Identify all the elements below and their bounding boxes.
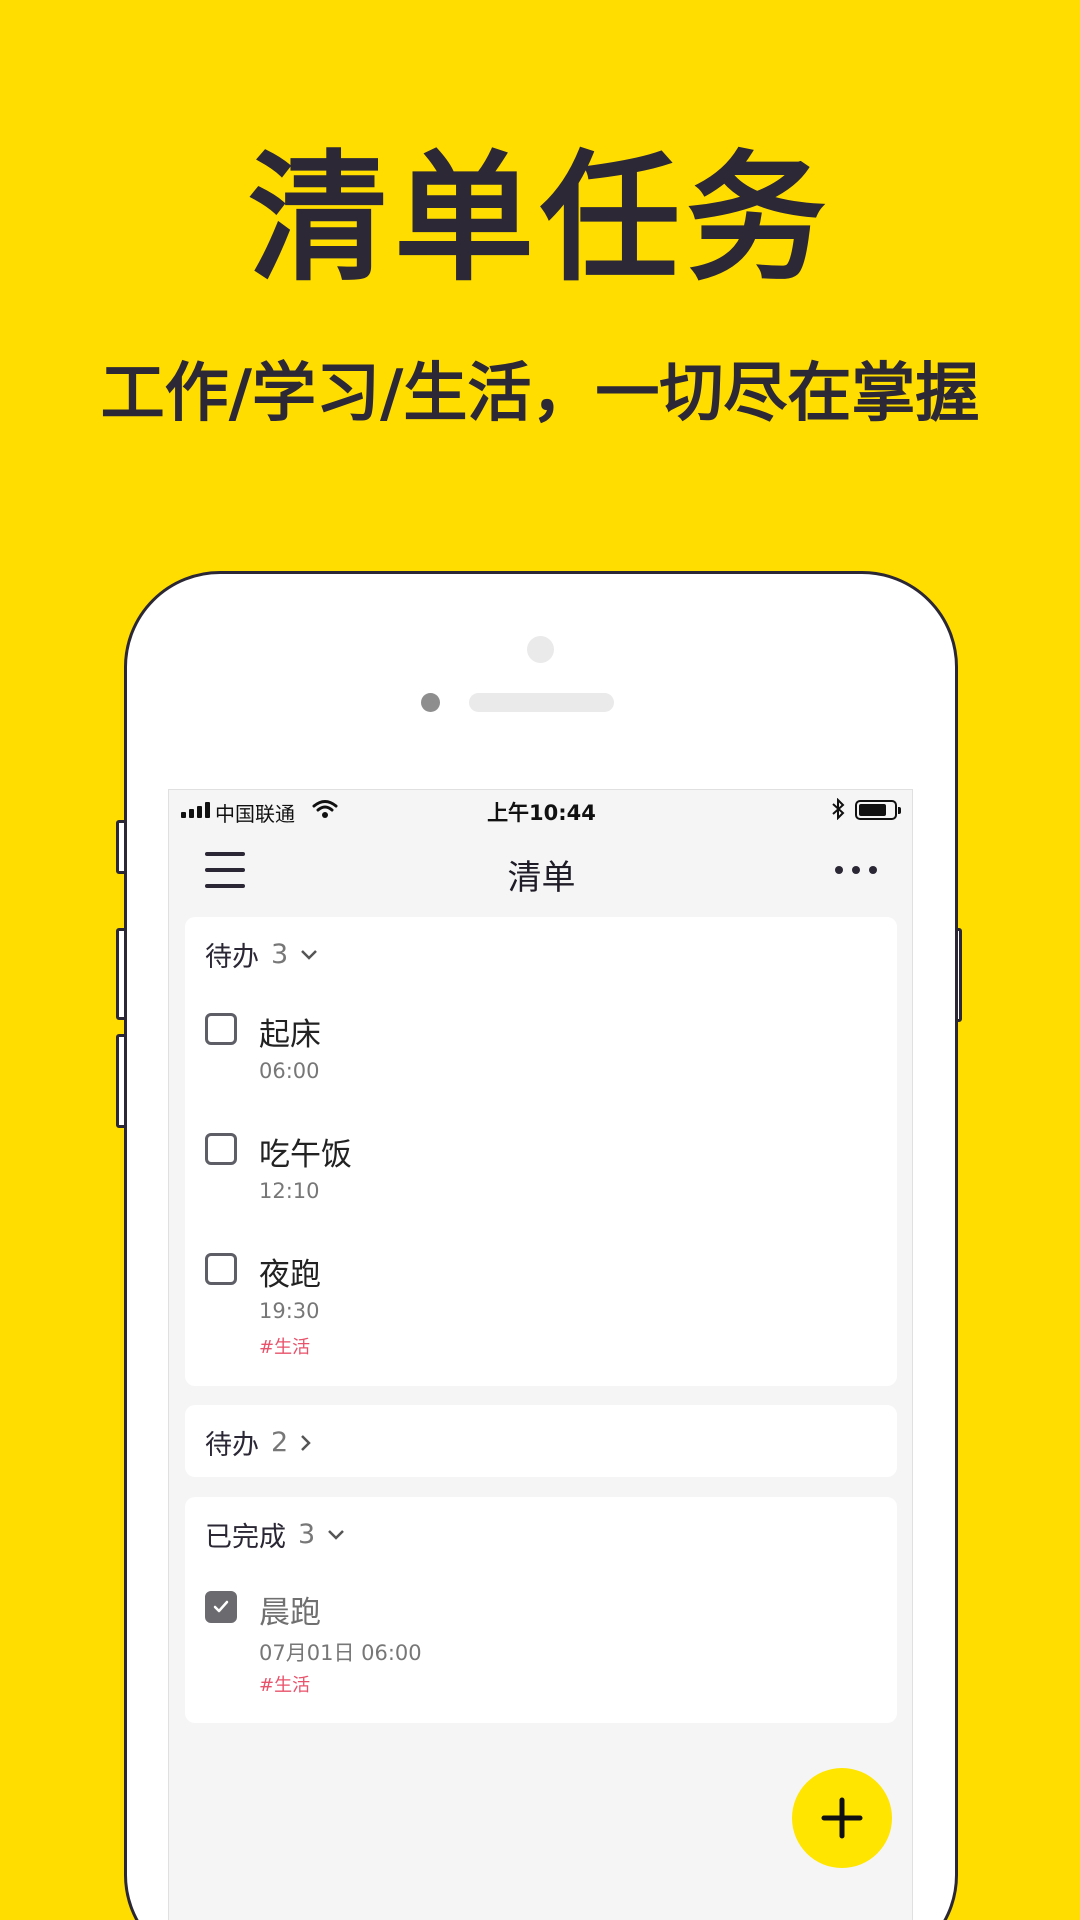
phone-speaker	[469, 693, 614, 712]
task-checkbox[interactable]	[205, 1253, 237, 1285]
task-title: 起床	[259, 1017, 321, 1053]
bluetooth-icon	[832, 798, 845, 820]
add-task-button[interactable]	[792, 1768, 892, 1868]
page-title: 清单	[507, 858, 576, 898]
plus-icon	[821, 1797, 863, 1839]
more-dots-icon[interactable]	[835, 866, 877, 874]
phone-camera	[527, 636, 554, 663]
section-count: 2	[271, 1427, 289, 1458]
task-time: 07月01日 06:00	[259, 1641, 422, 1665]
section-header-todo-collapsed[interactable]: 待办 2	[205, 1423, 312, 1462]
task-tag[interactable]: #生活	[259, 1671, 310, 1697]
nav-bar: 清单	[169, 830, 912, 916]
task-tag[interactable]: #生活	[259, 1333, 310, 1359]
section-label: 待办	[205, 1430, 259, 1461]
task-item[interactable]: 吃午饭 12:10	[185, 1129, 897, 1219]
task-checkbox-checked[interactable]	[205, 1591, 237, 1623]
todo-section-card: 待办 3 起床 06:00 吃午饭 12:10 夜跑 19:30 #生活	[185, 917, 897, 1386]
task-item[interactable]: 起床 06:00	[185, 1009, 897, 1099]
task-time: 12:10	[259, 1179, 320, 1203]
task-checkbox[interactable]	[205, 1133, 237, 1165]
task-item-completed[interactable]: 晨跑 07月01日 06:00 #生活	[185, 1587, 897, 1707]
task-title: 吃午饭	[259, 1137, 352, 1173]
chevron-right-icon	[301, 1434, 311, 1451]
todo-section-card-collapsed[interactable]: 待办 2	[185, 1405, 897, 1477]
section-count: 3	[271, 939, 289, 970]
chevron-down-icon	[301, 949, 318, 960]
task-checkbox[interactable]	[205, 1013, 237, 1045]
task-item[interactable]: 夜跑 19:30 #生活	[185, 1249, 897, 1369]
status-time: 上午10:44	[487, 801, 596, 825]
app-screen: 中国联通 上午10:44 清单 待办 3 起床 06:00 吃午饭 12:10 …	[168, 789, 913, 1920]
promo-headline: 清单任务	[247, 138, 832, 301]
section-label: 已完成	[205, 1522, 286, 1553]
section-count: 3	[298, 1519, 316, 1550]
section-header-todo[interactable]: 待办 3	[205, 935, 318, 974]
completed-section-card: 已完成 3 晨跑 07月01日 06:00 #生活	[185, 1497, 897, 1723]
task-time: 06:00	[259, 1059, 320, 1083]
section-label: 待办	[205, 942, 259, 973]
battery-icon	[855, 800, 901, 820]
section-header-completed[interactable]: 已完成 3	[205, 1515, 345, 1554]
check-icon	[213, 1600, 229, 1613]
task-title: 夜跑	[259, 1257, 321, 1293]
promo-subheadline: 工作/学习/生活，一切尽在掌握	[100, 357, 980, 431]
task-title: 晨跑	[259, 1595, 321, 1631]
phone-sensor	[421, 693, 440, 712]
chevron-down-icon	[328, 1529, 345, 1540]
task-time: 19:30	[259, 1299, 320, 1323]
status-bar: 中国联通 上午10:44	[169, 790, 912, 830]
